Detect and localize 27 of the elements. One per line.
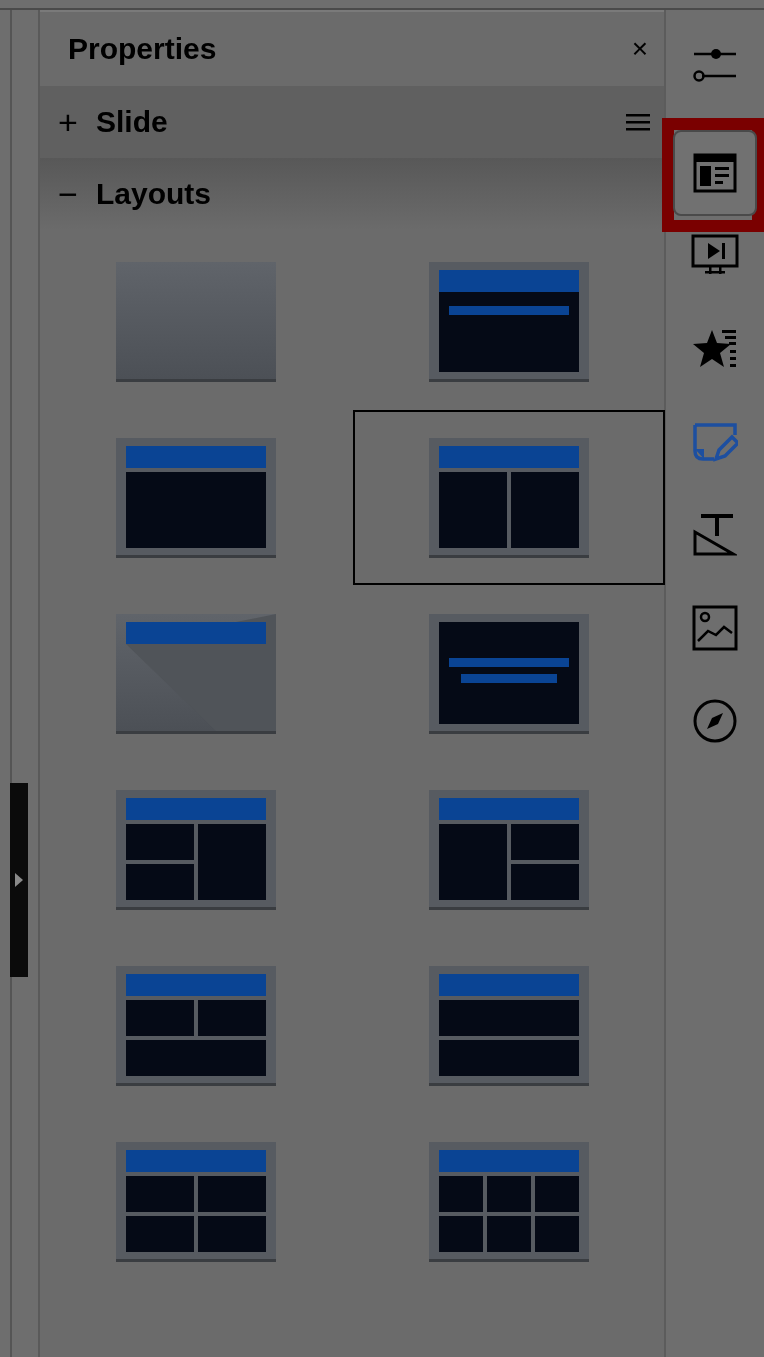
layout-thumbnail-icon (116, 613, 276, 734)
layout-thumbnail-icon (116, 261, 276, 382)
layout-thumbnail-icon (116, 965, 276, 1086)
image-icon (692, 605, 738, 651)
layout-thumbnail-icon (116, 437, 276, 558)
compass-icon (692, 698, 738, 744)
toggle-sign[interactable]: + (54, 105, 82, 139)
layout-thumbnail-icon (116, 789, 276, 910)
layout-option[interactable] (353, 410, 665, 585)
close-button[interactable]: × (627, 33, 652, 65)
section-label: Slide (96, 105, 169, 139)
layout-thumbnail-icon (429, 437, 589, 558)
layout-thumbnail-icon (429, 965, 589, 1086)
section-label: Layouts (96, 177, 213, 211)
deck-tab[interactable] (673, 130, 757, 216)
sidebar-handle[interactable] (10, 783, 28, 977)
menu-icon[interactable] (626, 112, 650, 132)
text-style-icon (693, 512, 737, 558)
panel-title: Properties (68, 32, 217, 66)
layout-icon (693, 151, 737, 195)
toggle-sign[interactable]: − (54, 177, 82, 211)
layout-thumbnail-icon (429, 613, 589, 734)
layout-thumbnail-icon (429, 789, 589, 910)
layout-thumbnail-icon (116, 1141, 276, 1262)
layout-thumbnail-icon (429, 261, 589, 382)
section-header[interactable]: + Slide (40, 86, 664, 158)
layout-thumbnail-icon (429, 1141, 589, 1262)
